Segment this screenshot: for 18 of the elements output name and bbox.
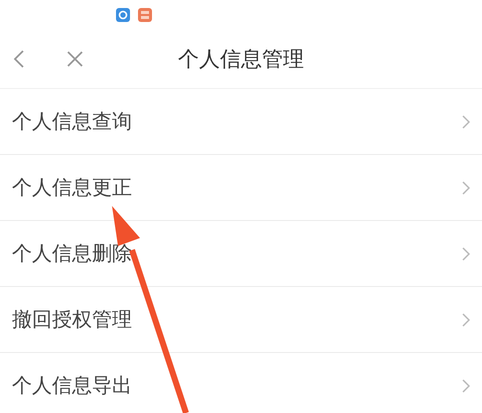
chevron-right-icon: [462, 246, 470, 260]
menu-item-label: 撤回授权管理: [12, 306, 132, 333]
menu-item-label: 个人信息查询: [12, 108, 132, 135]
chevron-right-icon: [462, 312, 470, 326]
back-icon[interactable]: [12, 49, 26, 69]
page-title: 个人信息管理: [177, 46, 305, 73]
menu-item[interactable]: 个人信息查询: [0, 89, 482, 155]
chevron-right-icon: [462, 180, 470, 194]
close-icon[interactable]: [66, 50, 84, 68]
app-icon: [138, 8, 152, 22]
menu-item-label: 个人信息删除: [12, 240, 132, 267]
menu-item[interactable]: 个人信息导出: [0, 353, 482, 413]
menu-item-label: 个人信息导出: [12, 372, 132, 399]
menu-item[interactable]: 撤回授权管理: [0, 287, 482, 353]
chevron-right-icon: [462, 114, 470, 128]
app-icon: [116, 8, 130, 22]
chevron-right-icon: [462, 378, 470, 392]
menu-item-label: 个人信息更正: [12, 174, 132, 201]
